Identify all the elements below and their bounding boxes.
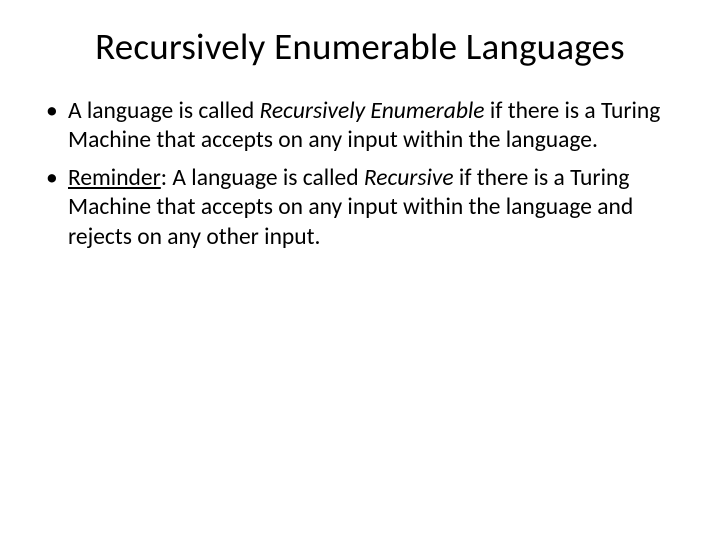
text-italic: Recursively Enumerable (259, 97, 484, 125)
text-run: : A language is called (161, 164, 364, 192)
slide-body: A language is called Recursively Enumera… (40, 97, 680, 252)
text-underline: Reminder (68, 164, 161, 192)
list-item: Reminder: A language is called Recursive… (68, 164, 680, 252)
slide: Recursively Enumerable Languages A langu… (0, 0, 720, 540)
bullet-list: A language is called Recursively Enumera… (40, 97, 680, 252)
list-item: A language is called Recursively Enumera… (68, 97, 680, 156)
slide-title: Recursively Enumerable Languages (40, 24, 680, 69)
text-run: A language is called (68, 97, 259, 125)
text-italic: Recursive (364, 164, 454, 192)
